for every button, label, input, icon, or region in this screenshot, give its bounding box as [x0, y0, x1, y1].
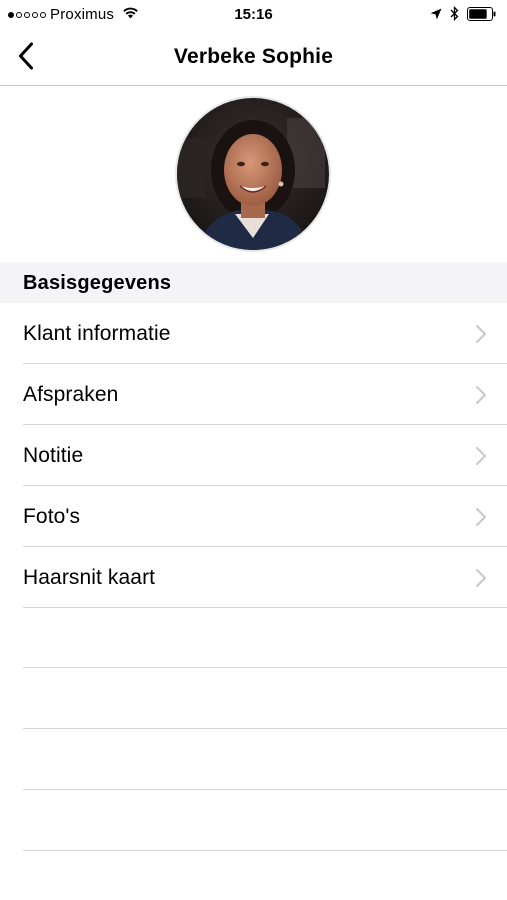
page-title: Verbeke Sophie	[173, 45, 334, 68]
menu-list: Klant informatie Afspraken Notitie Foto'…	[0, 303, 507, 608]
chevron-right-icon	[476, 386, 486, 404]
menu-item-label: Haarsnit kaart	[23, 566, 156, 589]
profile-photo	[177, 98, 329, 250]
chevron-right-icon	[476, 569, 486, 587]
back-button[interactable]	[6, 38, 46, 78]
section-header: Basisgegevens	[0, 262, 507, 303]
menu-item-afspraken[interactable]: Afspraken	[0, 364, 507, 425]
empty-row	[0, 668, 507, 729]
menu-item-label: Afspraken	[23, 383, 119, 406]
chevron-left-icon	[18, 42, 34, 75]
menu-item-klant-informatie[interactable]: Klant informatie	[0, 303, 507, 364]
chevron-right-icon	[476, 447, 486, 465]
menu-item-label: Notitie	[23, 444, 84, 467]
navigation-bar: Verbeke Sophie	[0, 30, 507, 86]
status-bar: Proximus 15:16	[0, 0, 507, 30]
menu-item-label: Klant informatie	[23, 322, 171, 345]
location-arrow-icon	[430, 7, 442, 24]
chevron-right-icon	[476, 508, 486, 526]
menu-item-haarsnit-kaart[interactable]: Haarsnit kaart	[0, 547, 507, 608]
empty-row	[0, 790, 507, 851]
menu-item-notitie[interactable]: Notitie	[0, 425, 507, 486]
menu-item-fotos[interactable]: Foto's	[0, 486, 507, 547]
status-right	[430, 5, 497, 25]
chevron-right-icon	[476, 325, 486, 343]
section-title: Basisgegevens	[23, 272, 172, 294]
bluetooth-icon	[450, 5, 459, 25]
empty-row	[0, 729, 507, 790]
empty-row	[0, 607, 507, 668]
menu-item-label: Foto's	[23, 505, 81, 528]
battery-icon	[467, 6, 497, 25]
avatar	[175, 96, 331, 252]
empty-table-rows	[0, 607, 507, 851]
